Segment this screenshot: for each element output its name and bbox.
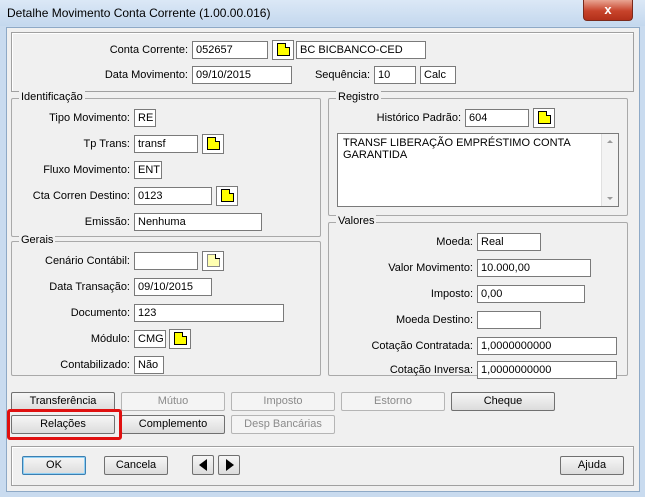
modulo-input[interactable]: CMG (134, 330, 166, 348)
vertical-scrollbar[interactable] (601, 134, 618, 206)
contabilizado-label: Contabilizado: (60, 359, 130, 371)
gerais-group: Gerais Cenário Contábil: Data Transação:… (11, 234, 321, 376)
cheque-button[interactable]: Cheque (451, 392, 555, 411)
conta-corrente-label: Conta Corrente: (109, 44, 188, 56)
data-transacao-label: Data Transação: (49, 281, 130, 293)
emissao-input[interactable]: Nenhuma (134, 213, 262, 231)
tipo-movimento-label: Tipo Movimento: (49, 112, 130, 124)
document-icon (174, 332, 187, 345)
window-title: Detalhe Movimento Conta Corrente (1.00.0… (7, 6, 271, 20)
documento-input[interactable]: 123 (134, 304, 284, 322)
tp-trans-lookup-button[interactable] (202, 134, 224, 154)
historico-descricao-text: TRANSF LIBERAÇÃO EMPRÉSTIMO CONTA GARANT… (343, 137, 571, 161)
relacoes-highlight-box (7, 409, 122, 440)
estorno-button[interactable]: Estorno (341, 392, 445, 411)
valores-legend: Valores (336, 215, 377, 227)
ok-button[interactable]: OK (22, 456, 86, 475)
tp-trans-input[interactable]: transf (134, 135, 198, 153)
cotacao-inversa-label: Cotação Inversa: (389, 364, 473, 376)
valor-movimento-input[interactable]: 10.000,00 (477, 259, 591, 277)
cta-destino-input[interactable]: 0123 (134, 187, 212, 205)
cenario-contabil-label: Cenário Contábil: (45, 255, 130, 267)
scroll-down-icon[interactable] (607, 197, 613, 200)
footer-panel: OK Cancela Ajuda (11, 446, 634, 486)
imposto-label: Imposto: (430, 288, 473, 300)
modulo-lookup-button[interactable] (169, 329, 191, 349)
sequencia-input[interactable]: 10 (374, 66, 416, 84)
data-movimento-label: Data Movimento: (104, 69, 188, 81)
conta-corrente-lookup-button[interactable] (272, 40, 294, 60)
scroll-up-icon[interactable] (607, 140, 613, 143)
document-icon (207, 137, 220, 150)
tp-trans-label: Tp Trans: (83, 138, 130, 150)
arrow-left-icon (199, 459, 207, 471)
next-record-button[interactable] (218, 455, 240, 475)
desp-bancarias-button[interactable]: Desp Bancárias (231, 415, 335, 434)
cta-destino-lookup-button[interactable] (216, 186, 238, 206)
historico-padrao-label: Histórico Padrão: (376, 112, 461, 124)
arrow-right-icon (226, 459, 234, 471)
title-bar: Detalhe Movimento Conta Corrente (1.00.0… (0, 0, 645, 26)
document-icon (207, 254, 220, 267)
document-icon (221, 189, 234, 202)
registro-legend: Registro (336, 91, 381, 103)
cotacao-inversa-input[interactable]: 1,0000000000 (477, 361, 617, 379)
identificacao-legend: Identificação (19, 91, 85, 103)
modulo-label: Módulo: (90, 333, 130, 345)
cotacao-contratada-input[interactable]: 1,0000000000 (477, 337, 617, 355)
previous-record-button[interactable] (192, 455, 214, 475)
data-transacao-input[interactable]: 09/10/2015 (134, 278, 212, 296)
document-icon (538, 111, 551, 124)
fluxo-movimento-label: Fluxo Movimento: (43, 164, 130, 176)
data-movimento-input[interactable]: 09/10/2015 (192, 66, 292, 84)
calc-field[interactable]: Calc (420, 66, 456, 84)
moeda-input[interactable]: Real (477, 233, 541, 251)
cenario-contabil-input[interactable] (134, 252, 198, 270)
cta-destino-label: Cta Corren Destino: (32, 190, 130, 202)
mutuo-button[interactable]: Mútuo (121, 392, 225, 411)
close-button[interactable]: x (583, 0, 633, 21)
historico-padrao-lookup-button[interactable] (533, 108, 555, 128)
registro-group: Registro Histórico Padrão: 604 TRANSF LI… (328, 91, 628, 216)
fluxo-movimento-input[interactable]: ENT (134, 161, 162, 179)
imposto-input[interactable]: 0,00 (477, 285, 585, 303)
dialog-window: Detalhe Movimento Conta Corrente (1.00.0… (0, 0, 645, 497)
document-icon (277, 43, 290, 56)
emissao-label: Emissão: (84, 216, 130, 228)
header-panel: Conta Corrente: 052657 BC BICBANCO-CED D… (11, 32, 634, 92)
moeda-destino-label: Moeda Destino: (395, 314, 473, 326)
historico-padrao-input[interactable]: 604 (465, 109, 529, 127)
moeda-label: Moeda: (436, 236, 473, 248)
dialog-client-area: Conta Corrente: 052657 BC BICBANCO-CED D… (6, 27, 640, 492)
complemento-button[interactable]: Complemento (121, 415, 225, 434)
cotacao-contratada-label: Cotação Contratada: (371, 340, 473, 352)
conta-corrente-input[interactable]: 052657 (192, 41, 268, 59)
valores-group: Valores Moeda: Real Valor Movimento: 10.… (328, 215, 628, 379)
gerais-legend: Gerais (19, 234, 56, 246)
historico-descricao-textarea[interactable]: TRANSF LIBERAÇÃO EMPRÉSTIMO CONTA GARANT… (337, 133, 619, 207)
imposto-button[interactable]: Imposto (231, 392, 335, 411)
cenario-contabil-lookup-button[interactable] (202, 251, 224, 271)
valor-movimento-label: Valor Movimento: (388, 262, 473, 274)
sequencia-label: Sequência: (314, 69, 370, 81)
moeda-destino-input[interactable] (477, 311, 541, 329)
contabilizado-input[interactable]: Não (134, 356, 164, 374)
cancela-button[interactable]: Cancela (104, 456, 168, 475)
ajuda-button[interactable]: Ajuda (560, 456, 624, 475)
conta-corrente-description: BC BICBANCO-CED (296, 41, 426, 59)
tipo-movimento-input[interactable]: RE (134, 109, 156, 127)
identificacao-group: Identificação Tipo Movimento: RE Tp Tran… (11, 91, 321, 237)
documento-label: Documento: (70, 307, 130, 319)
